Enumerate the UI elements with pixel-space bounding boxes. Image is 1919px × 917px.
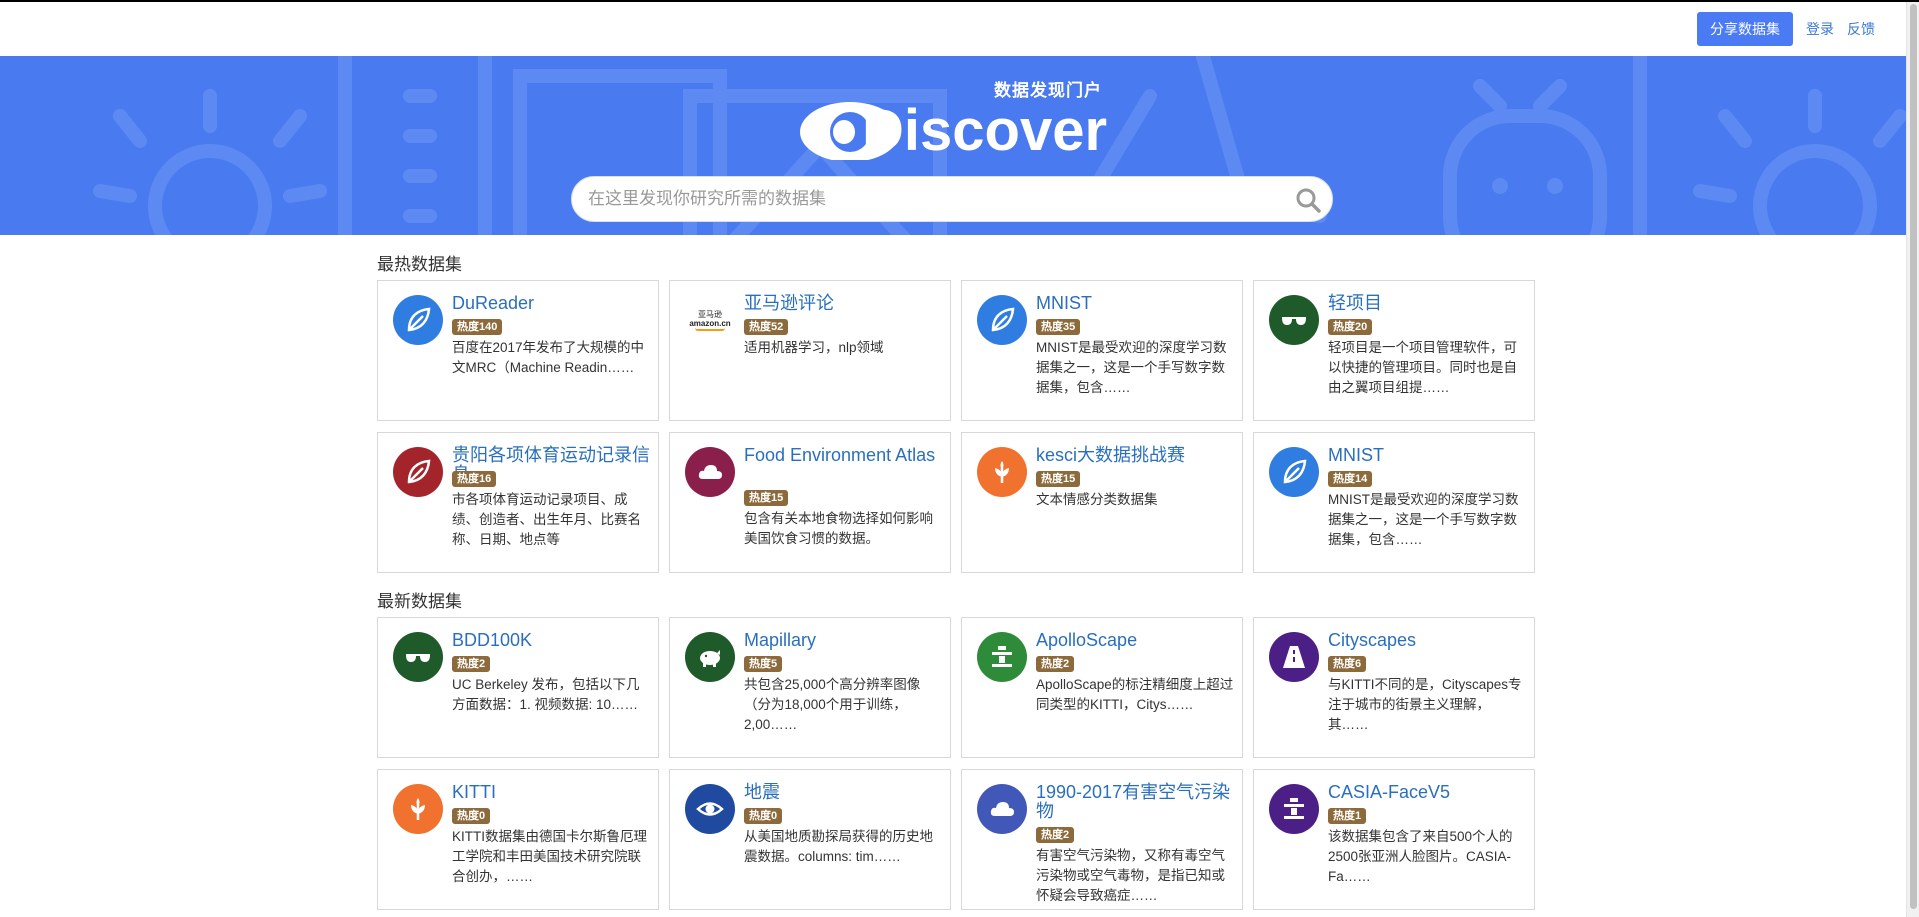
dataset-title[interactable]: MNIST	[1328, 446, 1528, 465]
dataset-description: 市各项体育运动记录项目、成绩、创造者、出生年月、比赛名称、日期、地点等	[452, 492, 641, 547]
popularity-badge: 热度0	[744, 808, 783, 824]
dataset-title[interactable]: Food Environment Atlas	[744, 446, 944, 465]
popularity-badge: 热度0	[452, 808, 491, 824]
sprout-icon	[977, 447, 1027, 497]
popularity-badge: 热度5	[744, 656, 783, 672]
dataset-card[interactable]: 贵阳各项体育运动记录信息热度16市各项体育运动记录项目、成绩、创造者、出生年月、…	[377, 432, 659, 573]
dataset-description: 从美国地质勘探局获得的历史地震数据。columns: tim……	[744, 829, 933, 864]
amazon-logo-text: 亚马逊	[698, 309, 722, 319]
dataset-title[interactable]: 亚马逊评论	[744, 294, 944, 313]
page-scrollbar[interactable]	[1906, 2, 1919, 917]
dataset-description: KITTI数据集由德国卡尔斯鲁厄理工学院和丰田美国技术研究院联合创办，……	[452, 829, 647, 884]
scrollbar-thumb[interactable]	[1910, 4, 1917, 909]
search-icon[interactable]	[1294, 186, 1322, 214]
dataset-title[interactable]: BDD100K	[452, 631, 652, 650]
popularity-badge: 热度2	[452, 656, 491, 672]
glasses-icon	[393, 632, 443, 682]
popularity-badge: 热度16	[452, 471, 497, 487]
dataset-description: 百度在2017年发布了大规模的中文MRC（Machine Readin……	[452, 340, 645, 375]
dataset-title[interactable]: kesci大数据挑战赛	[1036, 446, 1236, 465]
share-dataset-button[interactable]: 分享数据集	[1697, 12, 1793, 46]
dataset-card[interactable]: KITTI 热度0 KITTI数据集由德国卡尔斯鲁厄理工学院和丰田美国技术研究院联合…	[377, 769, 659, 910]
popularity-badge: 热度52	[744, 319, 789, 335]
dataset-title[interactable]: Mapillary	[744, 631, 944, 650]
feedback-link[interactable]: 反馈	[1847, 19, 1875, 39]
leaf-icon	[1269, 447, 1319, 497]
dataset-title[interactable]: ApolloScape	[1036, 631, 1236, 650]
popularity-badge: 热度14	[1328, 471, 1373, 487]
top-navbar: 分享数据集 登录 反馈	[0, 2, 1906, 56]
logo-text: Discover	[862, 98, 1107, 160]
dataset-card[interactable]: Cityscapes 热度6 与KITTI不同的是，Cityscapes专注于城市的…	[1253, 617, 1535, 758]
search-box	[571, 176, 1333, 222]
sprout-icon	[393, 784, 443, 834]
popularity-badge: 热度15	[1036, 471, 1081, 487]
dataset-card[interactable]: CASIA-FaceV5 热度1 该数据集包含了来自500个人的2500张亚洲人脸图…	[1253, 769, 1535, 910]
dataset-card[interactable]: 1990-2017有害空气污染物热度2 有害空气污染物，又称有毒空气污染物或空气毒…	[961, 769, 1243, 910]
popularity-badge: 热度35	[1036, 319, 1081, 335]
leaf-icon	[977, 295, 1027, 345]
dataset-title[interactable]: KITTI	[452, 783, 652, 802]
dataset-card[interactable]: BDD100K 热度2 UC Berkeley 发布，包括以下几方面数据：1. 视频…	[377, 617, 659, 758]
monument-icon	[1269, 784, 1319, 834]
dataset-description: MNIST是最受欢迎的深度学习数据集之一，这是一个手写数字数据集，包含……	[1328, 492, 1519, 547]
piggy-bank-icon	[685, 632, 735, 682]
dataset-description: 文本情感分类数据集	[1036, 492, 1158, 507]
dataset-title[interactable]: DuReader	[452, 294, 652, 313]
dataset-title[interactable]: MNIST	[1036, 294, 1236, 313]
dataset-description: 包含有关本地食物选择如何影响美国饮食习惯的数据。	[744, 511, 933, 546]
amazon-logo: 亚马逊 amazon.cn	[685, 295, 735, 345]
popularity-badge: 热度2	[1036, 827, 1075, 843]
cloud-icon	[977, 784, 1027, 834]
discover-logo: Discover	[800, 98, 1107, 160]
dataset-description: ApolloScape的标注精细度上超过同类型的KITTI，Citys……	[1036, 677, 1234, 712]
dataset-description: 与KITTI不同的是，Cityscapes专注于城市的街景主义理解，其……	[1328, 677, 1522, 732]
cloud-icon	[685, 447, 735, 497]
popularity-badge: 热度1	[1328, 808, 1367, 824]
eye-icon	[685, 784, 735, 834]
dataset-description: MNIST是最受欢迎的深度学习数据集之一，这是一个手写数字数据集，包含……	[1036, 340, 1227, 395]
dataset-card[interactable]: kesci大数据挑战赛 热度15 文本情感分类数据集	[961, 432, 1243, 573]
dataset-description: 有害空气污染物，又称有毒空气污染物或空气毒物，是指已知或怀疑会导致癌症……	[1036, 848, 1225, 903]
popularity-badge: 热度6	[1328, 656, 1367, 672]
road-icon	[1269, 632, 1319, 682]
dataset-card[interactable]: 轻项目热度20 轻项目是一个项目管理软件，可以快捷的管理项目。同时也是自由之翼项目…	[1253, 280, 1535, 421]
hero-banner: 数据发现门户 Discover	[0, 56, 1906, 235]
dataset-title[interactable]: Cityscapes	[1328, 631, 1528, 650]
leaf-icon	[393, 295, 443, 345]
dataset-title[interactable]: 轻项目	[1328, 294, 1528, 313]
dataset-title[interactable]: CASIA-FaceV5	[1328, 783, 1528, 802]
dataset-card[interactable]: ApolloScape 热度2 ApolloScape的标注精细度上超过同类型的KI…	[961, 617, 1243, 758]
dataset-title[interactable]: 1990-2017有害空气污染物	[1036, 783, 1236, 821]
dataset-card[interactable]: Mapillary 热度5 共包含25,000个高分辨率图像（分为18,000个用于…	[669, 617, 951, 758]
dataset-description: UC Berkeley 发布，包括以下几方面数据：1. 视频数据: 10……	[452, 677, 640, 712]
dataset-card[interactable]: MNIST 热度35 MNIST是最受欢迎的深度学习数据集之一，这是一个手写数字数据…	[961, 280, 1243, 421]
leaf-icon	[393, 447, 443, 497]
dataset-card[interactable]: Food Environment Atlas 热度15 包含有关本地食物选择如何影响…	[669, 432, 951, 573]
popularity-badge: 热度20	[1328, 319, 1373, 335]
hot-section-title: 最热数据集	[377, 255, 462, 274]
popularity-badge: 热度2	[1036, 656, 1075, 672]
amazon-logo-subtext: amazon.cn	[689, 318, 731, 328]
latest-section-title: 最新数据集	[377, 592, 462, 611]
glasses-icon	[1269, 295, 1319, 345]
dataset-title[interactable]: 地震	[744, 783, 944, 802]
popularity-badge: 热度140	[452, 319, 503, 335]
dataset-description: 轻项目是一个项目管理软件，可以快捷的管理项目。同时也是自由之翼项目组提……	[1328, 340, 1517, 395]
dataset-card[interactable]: MNIST 热度14 MNIST是最受欢迎的深度学习数据集之一，这是一个手写数字数据…	[1253, 432, 1535, 573]
dataset-card[interactable]: 地震热度0 从美国地质勘探局获得的历史地震数据。columns: tim……	[669, 769, 951, 910]
dataset-description: 共包含25,000个高分辨率图像（分为18,000个用于训练，2,00……	[744, 677, 921, 732]
login-link[interactable]: 登录	[1806, 19, 1834, 39]
dataset-card[interactable]: 亚马逊 amazon.cn 亚马逊评论热度52 适用机器学习，nlp领域	[669, 280, 951, 421]
search-input[interactable]	[588, 177, 1278, 221]
dataset-card[interactable]: DuReader 热度140 百度在2017年发布了大规模的中文MRC（Machin…	[377, 280, 659, 421]
dataset-description: 适用机器学习，nlp领域	[744, 340, 884, 355]
popularity-badge: 热度15	[744, 490, 789, 506]
dataset-description: 该数据集包含了来自500个人的2500张亚洲人脸图片。CASIA-Fa……	[1328, 829, 1513, 884]
monument-icon	[977, 632, 1027, 682]
